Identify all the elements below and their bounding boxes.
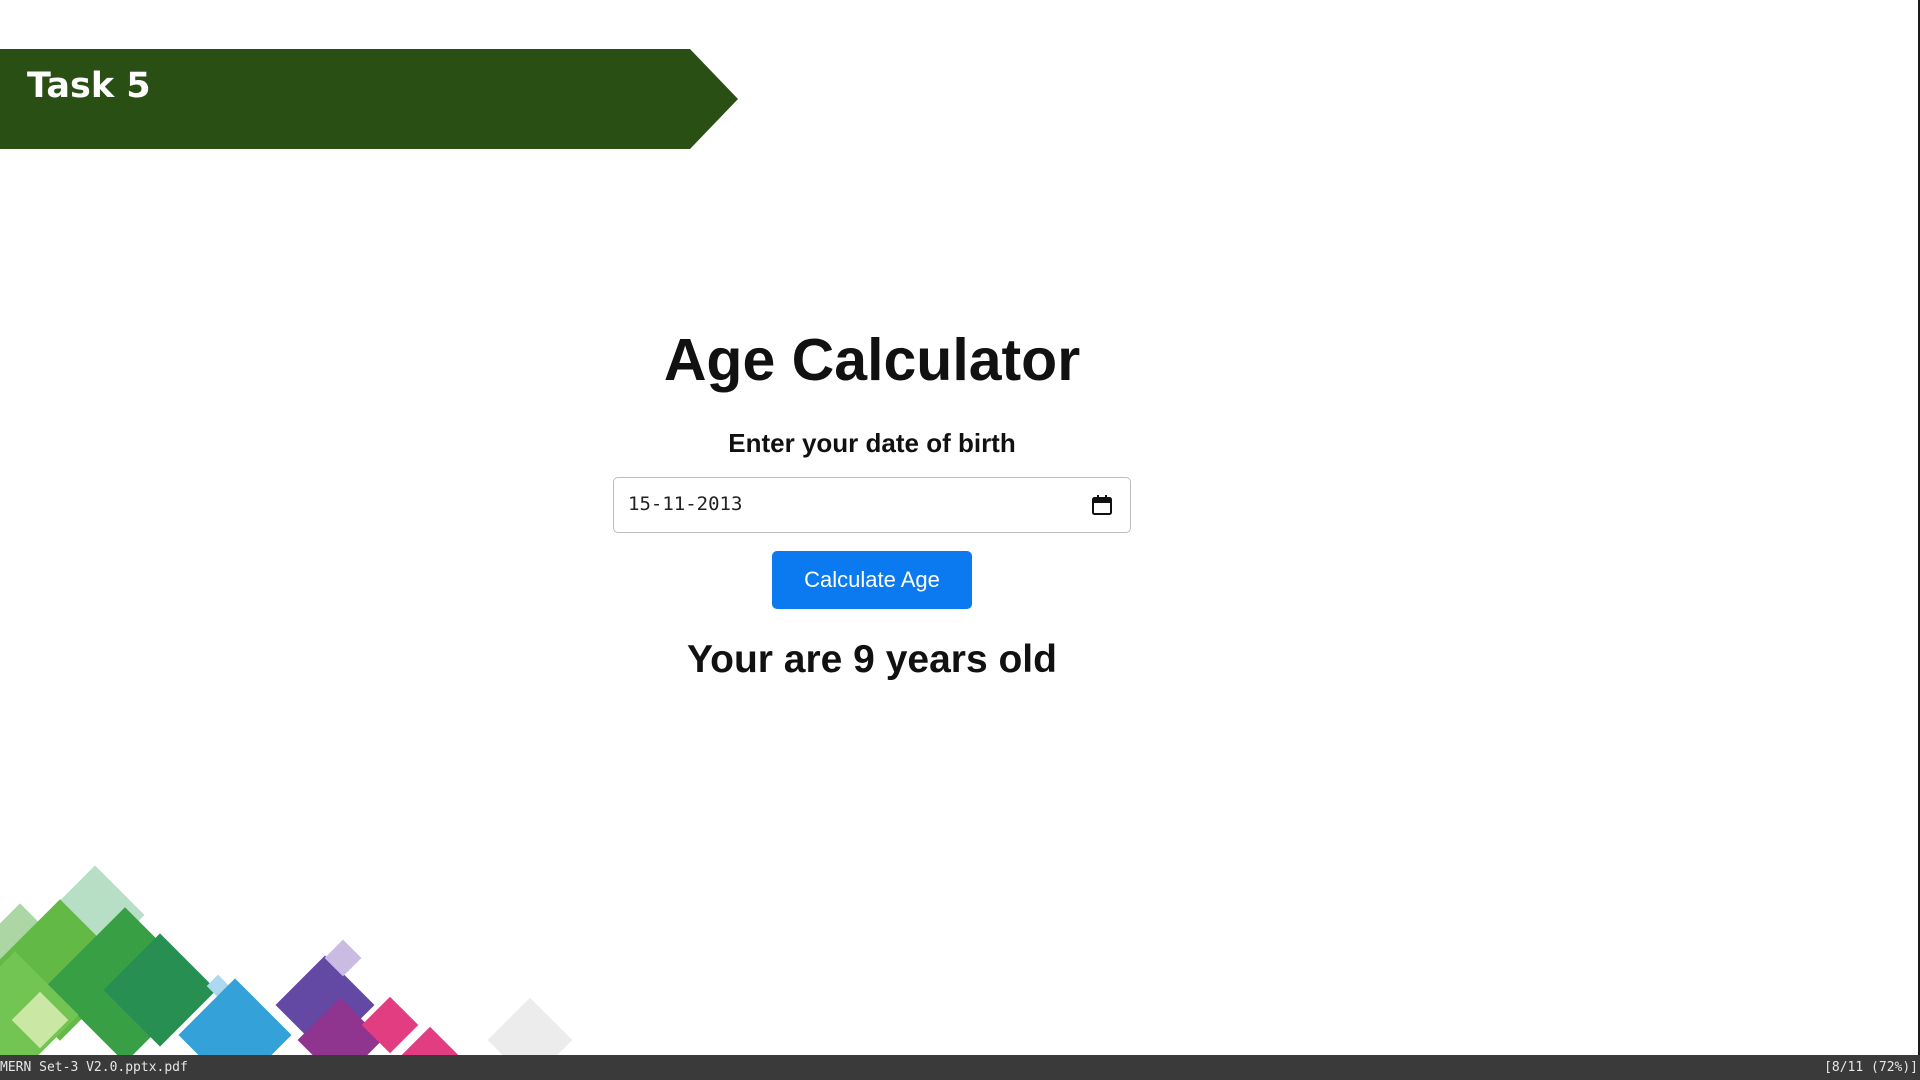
status-page-info: [8/11 (72%)] [1824, 1060, 1918, 1075]
calculate-age-button[interactable]: Calculate Age [772, 551, 972, 609]
status-bar: MERN Set-3 V2.0.pptx.pdf [8/11 (72%)] [0, 1055, 1920, 1080]
date-value: 15-11-2013 [628, 493, 743, 515]
slide-page: Task 5 Age Calculator Enter your date of… [0, 0, 1918, 1055]
app-title: Age Calculator [663, 327, 1081, 393]
status-file-name: MERN Set-3 V2.0.pptx.pdf [0, 1060, 188, 1075]
pdf-viewer: Task 5 Age Calculator Enter your date of… [0, 0, 1920, 1080]
date-of-birth-input[interactable]: 15-11-2013 [613, 477, 1131, 533]
calendar-icon[interactable] [1091, 494, 1113, 516]
task-title: Task 5 [27, 66, 151, 106]
decorative-diamonds-graphic [0, 860, 640, 1055]
age-result: Your are 9 years old [687, 638, 1057, 681]
dob-label: Enter your date of birth [728, 428, 1016, 458]
